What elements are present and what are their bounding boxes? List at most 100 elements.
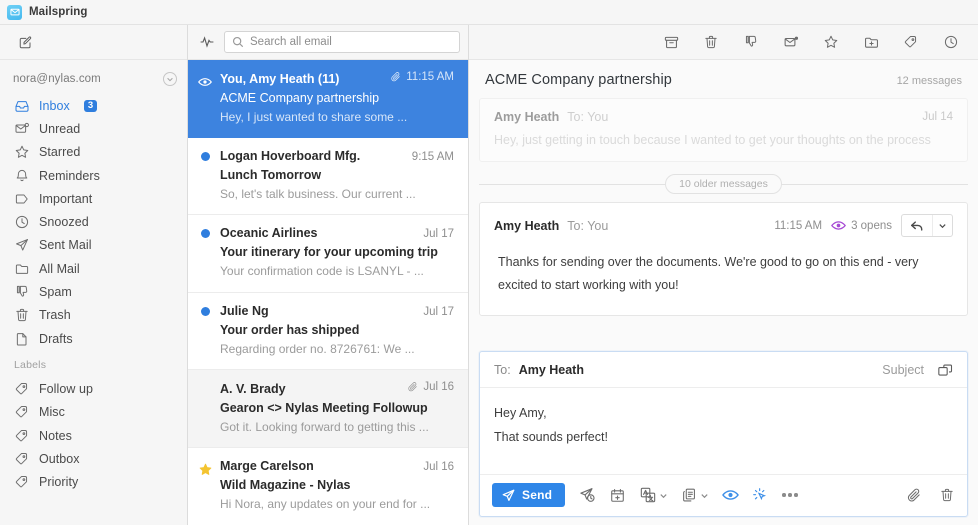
chevron-down-icon[interactable] [659, 491, 668, 500]
mail-list-item[interactable]: Julie Ng Jul 17 Your order has shipped Rega… [188, 293, 468, 371]
clock-icon [943, 34, 959, 50]
label-tag-icon [14, 381, 30, 397]
row-marker [196, 71, 214, 137]
label-tag-icon [14, 428, 30, 444]
chevron-down-icon[interactable] [163, 72, 177, 86]
mail-list-item[interactable]: Logan Hoverboard Mfg. 9:15 AM Lunch Tomorr… [188, 138, 468, 216]
popout-window-icon[interactable] [938, 364, 953, 377]
sidebar-item-drafts[interactable]: Drafts [0, 327, 187, 350]
sidebar: nora@nylas.com Inbox 3 Unread Starred Remind… [0, 25, 188, 525]
mark-unread-button[interactable] [780, 31, 802, 53]
star-icon [14, 144, 30, 160]
message-subject: Your order has shipped [220, 322, 360, 337]
activity-pulse-icon[interactable] [196, 31, 218, 53]
sidebar-item-label: Drafts [39, 331, 73, 346]
more-options-button[interactable] [782, 493, 798, 497]
discard-draft-button[interactable] [939, 487, 955, 503]
to-recipient[interactable]: Amy Heath [519, 363, 584, 377]
composer-body[interactable]: Hey Amy, That sounds perfect! [480, 388, 967, 474]
search-field[interactable] [250, 36, 452, 48]
label-tag-icon [903, 34, 919, 50]
templates-button[interactable] [681, 487, 709, 504]
sidebar-item-starred[interactable]: Starred [0, 141, 187, 164]
label-tag-icon [14, 451, 30, 467]
star-icon[interactable] [198, 462, 213, 525]
reply-arrow-icon[interactable] [902, 215, 932, 236]
composer: To: Amy Heath Subject Hey Amy, That soun… [479, 351, 968, 517]
trash-icon [939, 487, 955, 503]
sender-name: A. V. Brady [220, 382, 286, 397]
sidebar-label-priority[interactable]: Priority [0, 470, 187, 493]
snooze-button[interactable] [940, 31, 962, 53]
message-snippet: Hey, I just wanted to share some ... [220, 110, 408, 124]
sidebar-label-notes[interactable]: Notes [0, 424, 187, 447]
open-tracking[interactable]: 3 opens [831, 220, 892, 232]
composer-header: To: Amy Heath Subject [480, 352, 967, 388]
trash-icon [703, 34, 719, 50]
sidebar-label-misc[interactable]: Misc [0, 401, 187, 424]
move-to-folder-icon [863, 34, 880, 51]
star-button[interactable] [820, 31, 842, 53]
message-header: Amy Heath To: You Jul 14 [480, 99, 967, 124]
collapsed-message-card[interactable]: Amy Heath To: You Jul 14 Hey, just getti… [479, 98, 968, 162]
title-bar: Mailspring [0, 0, 978, 25]
attach-file-button[interactable] [906, 487, 923, 504]
sidebar-label-follow-up[interactable]: Follow up [0, 377, 187, 400]
message-date: 11:15 AM [406, 71, 454, 83]
schedule-meeting-button[interactable] [609, 487, 626, 504]
star-icon [823, 34, 839, 50]
message-date: Jul 16 [423, 381, 454, 394]
sidebar-item-important[interactable]: Important [0, 187, 187, 210]
mail-list-item[interactable]: A. V. Brady Jul 16 Gearon <> Nylas Meeting… [188, 370, 468, 448]
reply-button-group[interactable] [901, 214, 953, 237]
send-later-button[interactable] [578, 486, 596, 504]
sidebar-item-spam[interactable]: Spam [0, 280, 187, 303]
mail-list-item[interactable]: You, Amy Heath (11) 11:15 AM ACME Company … [188, 60, 468, 138]
delete-button[interactable] [700, 31, 722, 53]
move-to-folder-button[interactable] [860, 31, 882, 53]
sender-name: You, Amy Heath (11) [220, 72, 340, 86]
sidebar-label-outbox[interactable]: Outbox [0, 447, 187, 470]
mark-spam-button[interactable] [740, 31, 762, 53]
message-count: 12 messages [896, 75, 962, 87]
paperclip-icon [390, 71, 402, 83]
apply-label-button[interactable] [900, 31, 922, 53]
row-top: Julie Ng Jul 17 [220, 304, 454, 318]
subject-field[interactable]: Subject [882, 363, 924, 377]
link-tracking-button[interactable] [752, 487, 769, 504]
sidebar-item-sent-mail[interactable]: Sent Mail [0, 234, 187, 257]
chevron-down-icon[interactable] [932, 215, 952, 236]
sidebar-label-text: Outbox [39, 451, 80, 466]
row-marker [196, 304, 214, 370]
mail-list-item[interactable]: Marge Carelson Jul 16 Wild Magazine - Nyla… [188, 448, 468, 525]
row-content: You, Amy Heath (11) 11:15 AM ACME Company … [220, 71, 454, 137]
sidebar-item-reminders[interactable]: Reminders [0, 164, 187, 187]
archive-button[interactable] [660, 31, 682, 53]
compose-pencil-icon[interactable] [14, 31, 36, 53]
trash-icon [14, 307, 30, 323]
row-meta: Jul 17 [423, 228, 454, 240]
sidebar-item-trash[interactable]: Trash [0, 304, 187, 327]
sidebar-item-inbox[interactable]: Inbox 3 [0, 94, 187, 117]
label-tag-icon [14, 404, 30, 420]
sidebar-label-text: Priority [39, 475, 79, 490]
translate-button[interactable] [639, 486, 668, 504]
sidebar-item-unread[interactable]: Unread [0, 117, 187, 140]
account-header[interactable]: nora@nylas.com [0, 66, 187, 92]
thread-scroll[interactable]: Amy Heath To: You Jul 14 Hey, just getti… [469, 98, 978, 351]
read-receipts-button[interactable] [722, 489, 740, 501]
search-input[interactable] [224, 31, 460, 53]
mail-list[interactable]: You, Amy Heath (11) 11:15 AM ACME Company … [188, 60, 468, 525]
sidebar-item-all-mail[interactable]: All Mail [0, 257, 187, 280]
reading-toolbar [469, 25, 978, 60]
send-button[interactable]: Send [492, 483, 566, 507]
message-snippet: So, let's talk business. Our current ... [220, 186, 416, 201]
page-title: ACME Company partnership [485, 72, 672, 88]
message-date: Jul 17 [423, 305, 454, 318]
chevron-down-icon[interactable] [700, 491, 709, 500]
row-meta: Jul 17 [423, 306, 454, 318]
bell-icon [14, 168, 30, 184]
mail-list-item[interactable]: Oceanic Airlines Jul 17 Your itinerary for… [188, 215, 468, 293]
sidebar-item-snoozed[interactable]: Snoozed [0, 210, 187, 233]
older-messages-button[interactable]: 10 older messages [665, 174, 782, 194]
